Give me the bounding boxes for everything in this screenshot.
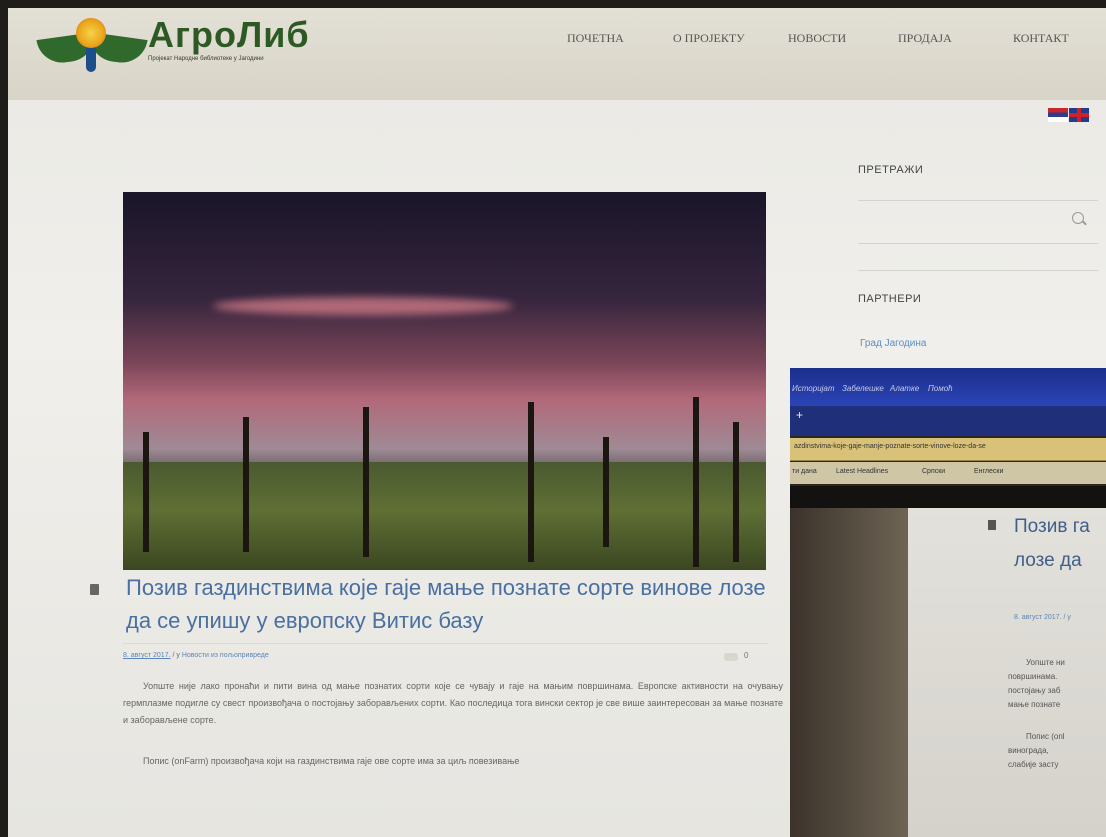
bookmark-item[interactable]: ти дана (792, 468, 817, 475)
photo-para-line: постојању заб (1008, 686, 1061, 695)
vine-post (363, 407, 369, 557)
photo-post-title-line[interactable]: лозе да (1014, 544, 1106, 577)
overlay-photo-of-browser: Историјат Забелешке Алатке Помоћ + azdin… (790, 368, 1106, 837)
vine-post (693, 397, 699, 567)
post-format-icon (988, 520, 996, 530)
vine-post (733, 422, 739, 562)
new-tab-icon[interactable]: + (796, 408, 803, 422)
post-date[interactable]: 8. август 2017. (123, 652, 171, 659)
nav-home[interactable]: ПОЧЕТНА (567, 31, 624, 46)
photo-para-line: винограда, (1008, 746, 1049, 755)
post-paragraph: Попис (onFarm) произвођача који на газди… (143, 756, 520, 766)
logo-sun-icon (76, 18, 106, 48)
language-switcher (1048, 108, 1090, 127)
photo-para-line: Попис (onl (1026, 732, 1065, 741)
search-input[interactable] (858, 200, 1098, 244)
page-margin-shadow (790, 508, 908, 837)
nav-news[interactable]: НОВОСТИ (788, 31, 846, 46)
serbian-flag-icon[interactable] (1048, 108, 1068, 122)
menu-tools[interactable]: Алатке (890, 384, 919, 393)
site-header: АгроЛиб Пројекат Народне библиотеке у Ја… (8, 8, 1106, 100)
vine-post (143, 432, 149, 552)
partner-link[interactable]: Град Јагодина (860, 338, 926, 349)
featured-image[interactable] (123, 192, 766, 570)
bookmark-latest-headlines[interactable]: Latest Headlines (836, 468, 888, 475)
nav-about[interactable]: О ПРОЈЕКТУ (673, 31, 745, 46)
photo-para-line: површинама. (1008, 672, 1058, 681)
photo-post-meta: 8. август 2017. / у (1014, 614, 1071, 621)
post-category[interactable]: Новости из пољопривреде (182, 652, 269, 659)
vine-post (603, 437, 609, 547)
search-icon[interactable] (1072, 212, 1084, 224)
brand-tagline: Пројекат Народне библиотеке у Јагодини (148, 56, 264, 62)
menu-history[interactable]: Историјат (792, 384, 835, 393)
brand-name[interactable]: АгроЛиб (148, 14, 310, 56)
photo-para-line: слабије засту (1008, 760, 1059, 769)
menu-bookmarks[interactable]: Забелешке (842, 384, 884, 393)
meta-separator: / у (170, 652, 182, 659)
sidebar-divider (858, 270, 1098, 271)
post-meta: 8. август 2017. / у Новости из пољопривр… (123, 652, 269, 659)
comment-count[interactable]: 0 (744, 651, 748, 660)
menu-help[interactable]: Помоћ (928, 384, 953, 393)
photo-para-line: мање познате (1008, 700, 1061, 709)
nav-sales[interactable]: ПРОДАЈА (898, 31, 952, 46)
bookmark-serbian[interactable]: Српски (922, 468, 945, 475)
meta-divider (123, 643, 768, 644)
post-title[interactable]: Позив газдинствима које гаје мање познат… (126, 571, 786, 637)
nav-contact[interactable]: КОНТАКТ (1013, 31, 1069, 46)
bookmark-english[interactable]: Енглески (974, 468, 1003, 475)
comment-icon[interactable] (724, 653, 738, 661)
image-vineyard (123, 462, 766, 570)
post-paragraph: Уопште није лако пронаћи и пити вина од … (123, 681, 783, 725)
vine-post (243, 417, 249, 552)
page-top-bar (790, 486, 1106, 508)
photo-post-title-line[interactable]: Позив га (1014, 510, 1106, 543)
url-text[interactable]: azdinstvima-koje-gaje-manje-poznate-sort… (794, 443, 986, 450)
partners-heading: ПАРТНЕРИ (858, 293, 922, 305)
english-flag-icon[interactable] (1069, 108, 1089, 122)
post-format-icon (90, 584, 99, 595)
search-heading: ПРЕТРАЖИ (858, 164, 924, 176)
photo-para-line: Уопште ни (1026, 658, 1065, 667)
image-cloud (213, 297, 513, 315)
browser-tabbar (790, 406, 1106, 436)
vine-post (528, 402, 534, 562)
